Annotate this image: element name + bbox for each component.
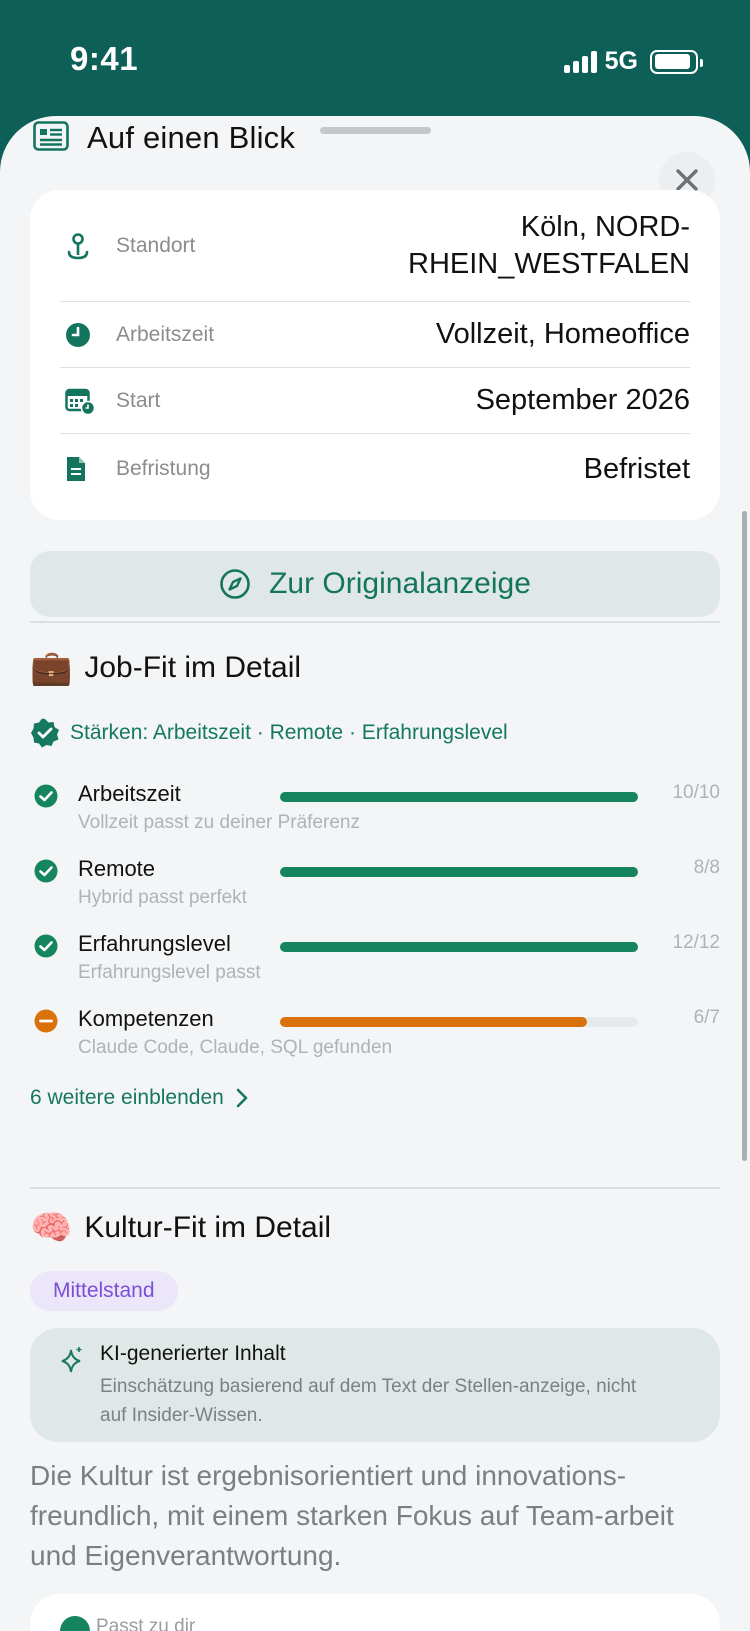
fit-progress-track xyxy=(280,867,638,877)
fit-row: Erfahrungslevel Erfahrungslevel passt 12/1… xyxy=(30,922,720,992)
clock-icon xyxy=(65,322,105,348)
fit-progress-track xyxy=(280,792,638,802)
divider xyxy=(30,621,720,623)
original-ad-button[interactable]: Zur Originalanzeige xyxy=(30,551,720,617)
compass-icon xyxy=(220,569,250,599)
ai-notice-title: KI-generierter Inhalt xyxy=(100,1342,286,1365)
check-circle-icon xyxy=(34,934,58,963)
fit-name: Remote xyxy=(78,856,156,881)
battery-level xyxy=(654,54,690,69)
info-row-arbeitszeit: Arbeitszeit Vollzeit, Homeoffice xyxy=(60,302,690,368)
newspaper-icon xyxy=(33,120,69,156)
scrollbar[interactable] xyxy=(742,511,747,1161)
show-more-label: 6 weitere einblenden xyxy=(30,1086,224,1109)
fit-description: Erfahrungslevel passt xyxy=(78,962,261,983)
sparkle-icon xyxy=(61,1347,82,1373)
check-circle-icon xyxy=(60,1616,90,1631)
company-size-chip: Mittelstand xyxy=(30,1271,178,1311)
show-more-link[interactable]: 6 weitere einblenden xyxy=(30,1086,248,1110)
sheet-grabber[interactable] xyxy=(320,127,431,134)
network-type: 5G xyxy=(604,47,638,75)
info-row-standort: Standort Köln, NORD- RHEIN_WESTFALEN xyxy=(60,190,690,302)
brain-icon: 🧠 xyxy=(30,1208,73,1248)
fit-progress-fill xyxy=(280,1017,587,1027)
divider xyxy=(30,1187,720,1189)
sheet-title: Auf einen Blick xyxy=(87,120,296,155)
fit-score: 12/12 xyxy=(672,932,720,953)
briefcase-icon: 💼 xyxy=(30,648,73,688)
fit-progress-track xyxy=(280,1017,638,1027)
match-card: Passt zu dir xyxy=(30,1594,720,1631)
fit-progress-fill xyxy=(280,867,638,877)
info-label: Standort xyxy=(116,233,196,257)
fit-progress-fill xyxy=(280,792,638,802)
check-circle-icon xyxy=(34,784,58,813)
info-value: September 2026 xyxy=(475,384,690,417)
ai-notice: KI-generierter Inhalt Einschätzung basie… xyxy=(30,1328,720,1442)
sheet-header: Auf einen Blick xyxy=(33,120,295,156)
close-icon xyxy=(676,169,698,191)
fit-progress-track xyxy=(280,942,638,952)
verified-badge-icon xyxy=(31,718,59,748)
culture-fit-title-text: Kultur-Fit im Detail xyxy=(84,1211,332,1244)
info-label: Start xyxy=(116,388,161,412)
info-label: Arbeitszeit xyxy=(116,322,215,346)
location-pin-icon xyxy=(65,231,105,261)
check-circle-icon xyxy=(34,859,58,888)
info-value: Befristet xyxy=(583,452,690,485)
fit-score: 10/10 xyxy=(672,782,720,803)
status-bar: 9:41 5G xyxy=(0,0,750,120)
status-indicators: 5G xyxy=(563,47,703,76)
fit-name: Arbeitszeit xyxy=(78,781,181,806)
signal-icon xyxy=(563,50,597,73)
info-value-line: Köln, NORD- xyxy=(520,211,690,244)
fit-score: 8/8 xyxy=(693,857,720,878)
fit-score: 6/7 xyxy=(693,1007,720,1028)
status-time: 9:41 xyxy=(70,40,139,77)
minus-circle-icon xyxy=(34,1009,58,1038)
fit-description: Vollzeit passt zu deiner Präferenz xyxy=(78,812,360,833)
culture-description: Die Kultur ist ergebnisorientiert und in… xyxy=(30,1460,674,1571)
info-label: Befristung xyxy=(116,457,211,480)
ai-notice-description: Einschätzung basierend auf dem Text der … xyxy=(100,1376,637,1426)
info-value-line: RHEIN_WESTFALEN xyxy=(408,247,690,280)
calendar-clock-icon xyxy=(65,387,105,415)
strengths-text: Stärken: Arbeitszeit · Remote · Erfahrun… xyxy=(70,721,508,744)
fit-name: Erfahrungslevel xyxy=(78,931,231,956)
info-row-start: Start September 2026 xyxy=(60,368,690,434)
document-icon xyxy=(65,455,105,483)
info-value: Köln, NORD- RHEIN_WESTFALEN xyxy=(316,209,690,282)
job-fit-title-text: Job-Fit im Detail xyxy=(84,651,302,684)
fit-name: Kompetenzen xyxy=(78,1006,214,1031)
fit-row: Arbeitszeit Vollzeit passt zu deiner Präf… xyxy=(30,772,720,842)
fit-row: Remote Hybrid passt perfekt 8/8 xyxy=(30,847,720,917)
culture-fit-title: 🧠 Kultur-Fit im Detail xyxy=(30,1208,331,1248)
bottom-sheet: Auf einen Blick Standort Köln, NORD- RHE… xyxy=(0,116,750,1631)
fit-progress-fill xyxy=(280,942,638,952)
strengths-line: Stärken: Arbeitszeit · Remote · Erfahrun… xyxy=(30,718,508,748)
info-card: Standort Köln, NORD- RHEIN_WESTFALEN Arb… xyxy=(30,190,720,520)
job-fit-title: 💼 Job-Fit im Detail xyxy=(30,648,301,688)
info-value: Vollzeit, Homeoffice xyxy=(435,318,690,351)
battery-icon xyxy=(650,49,703,74)
match-card-label: Passt zu dir xyxy=(96,1616,196,1631)
info-row-befristung: Befristung Befristet xyxy=(60,434,690,504)
original-ad-label: Zur Originalanzeige xyxy=(269,567,531,600)
fit-description: Hybrid passt perfekt xyxy=(78,887,247,908)
fit-description: Claude Code, Claude, SQL gefunden xyxy=(78,1037,393,1058)
chevron-right-icon xyxy=(236,1088,248,1108)
fit-row: Kompetenzen Claude Code, Claude, SQL gefu… xyxy=(30,997,720,1067)
